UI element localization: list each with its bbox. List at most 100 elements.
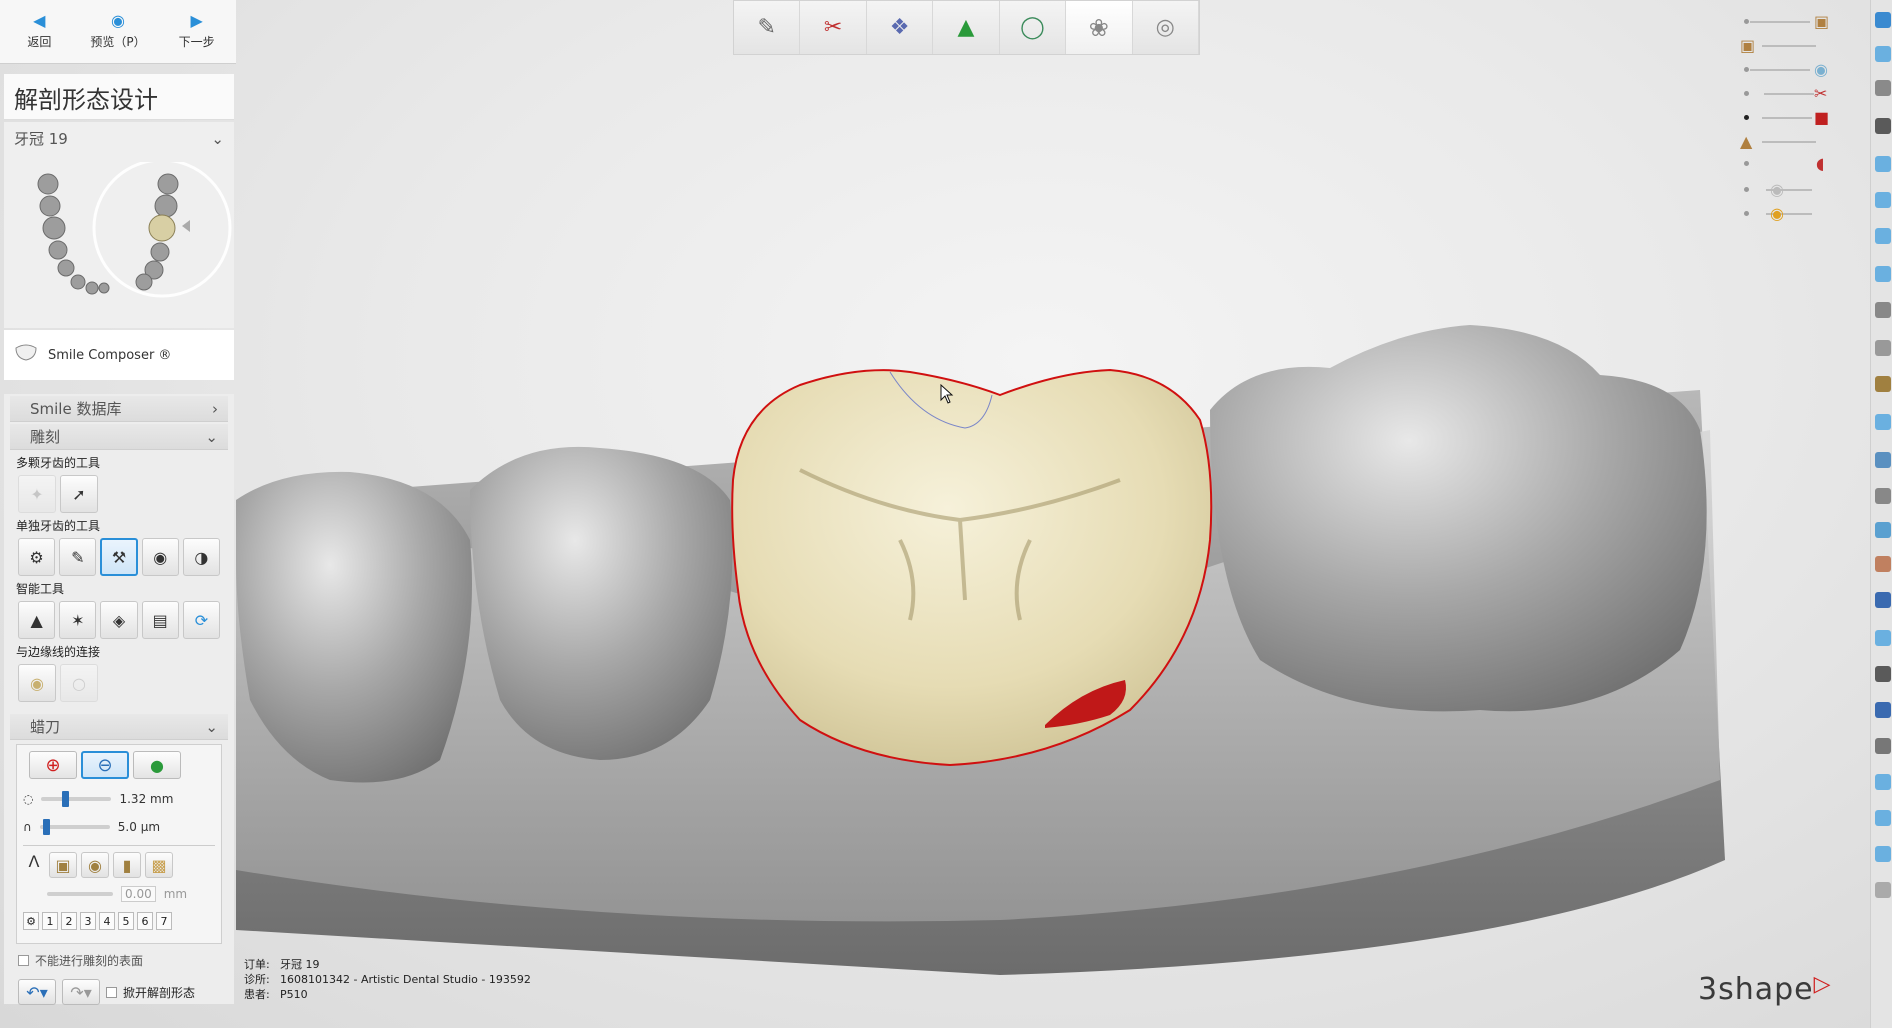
number-button[interactable]: 1 (42, 912, 58, 930)
step-insertion-button[interactable]: ❖ (867, 1, 934, 54)
sculpt-knife-button[interactable]: ✎ (59, 538, 97, 576)
offset-value[interactable]: 0.00 (121, 886, 156, 902)
smart-pillar-button[interactable]: ▤ (141, 601, 179, 639)
box-icon[interactable] (1875, 738, 1891, 754)
measure-icon[interactable] (1875, 302, 1891, 318)
next-button[interactable]: ▶ 下一步 (157, 0, 236, 63)
visibility-row[interactable]: ◉ (1740, 180, 1840, 200)
smile-db-header[interactable]: Smile 数据库 › (10, 396, 228, 422)
visibility-row[interactable]: ▣ (1740, 36, 1840, 56)
sculpt-header[interactable]: 雕刻 ⌄ (10, 424, 228, 450)
step-anatomy-button[interactable]: ❀ (1066, 1, 1133, 54)
visibility-row[interactable]: ◖ (1740, 154, 1840, 174)
ruler-icon[interactable] (1875, 810, 1891, 826)
visibility-row[interactable]: ◉ (1740, 204, 1840, 224)
order-info: 订单: 牙冠 19 诊所: 1608101342 - Artistic Dental… (244, 957, 531, 1002)
layer-icon[interactable] (1875, 156, 1891, 172)
rotate-icon[interactable] (1875, 414, 1891, 430)
radius-slider[interactable] (41, 791, 112, 807)
cusp-icon: ◈ (112, 610, 126, 630)
mouse-cursor-icon (940, 383, 954, 408)
left-panel: ◀ 返回 ◉ 预览（P） ▶ 下一步 解剖形态设计 牙冠 19 ⌄ Smile … (0, 0, 236, 1028)
back-button[interactable]: ◀ 返回 (0, 0, 79, 63)
contact-button[interactable]: ◑ (182, 538, 220, 576)
preview-button[interactable]: ◉ 预览（P） (79, 0, 158, 63)
number-button[interactable]: 6 (137, 912, 153, 930)
redo-button[interactable]: ↷▾ (62, 979, 100, 1005)
number-button[interactable]: 2 (61, 912, 77, 930)
preview-label: 预览（P） (90, 35, 146, 49)
tooth-grey-icon[interactable] (1875, 882, 1891, 898)
undo-button[interactable]: ↶▾ (18, 979, 56, 1005)
strength-slider[interactable] (39, 819, 110, 835)
grid-icon[interactable] (1875, 846, 1891, 862)
no-sculpt-checkbox[interactable] (18, 955, 29, 966)
shape-preset-1[interactable]: ▣ (49, 852, 77, 878)
plus-axis-icon[interactable] (1875, 774, 1891, 790)
shape-preset-3[interactable]: ▮ (113, 852, 141, 878)
number-button[interactable]: 5 (118, 912, 134, 930)
step-die-button[interactable]: ▲ (933, 1, 1000, 54)
scan-icon[interactable] (1875, 80, 1891, 96)
morph-button[interactable]: ◉ (141, 538, 179, 576)
number-button[interactable]: 3 (80, 912, 96, 930)
pen-icon[interactable] (1875, 340, 1891, 356)
no-sculpt-surface-row[interactable]: 不能进行雕刻的表面 (4, 948, 234, 973)
smart-tools: ▲ ✶ ◈ ▤ ⟳ (4, 599, 234, 641)
cap-icon[interactable] (1875, 118, 1891, 134)
fit-view-icon[interactable] (1875, 46, 1891, 62)
wax-knife-header[interactable]: 蜡刀 ⌄ (10, 714, 228, 740)
step-finish-button[interactable]: ◎ (1133, 1, 1199, 54)
strength-slider-thumb[interactable] (42, 819, 50, 835)
smart-magic-button[interactable]: ✶ (59, 601, 97, 639)
margin-connect-alt-button[interactable]: ○ (60, 664, 98, 702)
move-anatomy-checkbox[interactable] (106, 986, 117, 998)
camera-icon[interactable] (1875, 666, 1891, 682)
face-icon[interactable] (1875, 556, 1891, 572)
number-settings-button[interactable]: ⚙ (23, 912, 39, 930)
contact-map-icon[interactable] (1875, 376, 1891, 392)
minus-circle-icon: ⊖ (97, 754, 113, 776)
radius-slider-thumb[interactable] (62, 791, 70, 807)
smart-refresh-button[interactable]: ⟳ (182, 601, 221, 639)
3d-viewport[interactable] (0, 0, 1892, 1028)
smooth-button[interactable]: ● (133, 751, 181, 779)
visibility-row[interactable]: ▲ (1740, 132, 1840, 152)
shape-preset-2[interactable]: ◉ (81, 852, 109, 878)
clip-icon[interactable] (1875, 228, 1891, 244)
number-button[interactable]: 4 (99, 912, 115, 930)
margin-connect-button[interactable]: ◉ (18, 664, 56, 702)
offset-slider[interactable] (47, 892, 113, 896)
tooth-arch-diagram[interactable] (4, 158, 234, 328)
smile-composer-card[interactable]: Smile Composer ® (4, 330, 234, 380)
visibility-row[interactable]: ▣ (1740, 12, 1840, 32)
step-margin-button[interactable]: ✎ (734, 1, 801, 54)
cylinder-icon[interactable] (1875, 522, 1891, 538)
book-icon[interactable] (1875, 488, 1891, 504)
section-icon[interactable] (1875, 266, 1891, 282)
tooth-selector[interactable]: 牙冠 19 ⌄ (4, 122, 234, 155)
smart-adapt-button[interactable]: ▲ (18, 601, 56, 639)
offset-unit: mm (163, 887, 188, 901)
multi-transform-button[interactable]: ✦ (18, 475, 56, 513)
visibility-sliders: ▣ ▣ ◉ ✂ ■ ▲ ◖ ◉ ◉ (1740, 8, 1840, 238)
multi-arrow-button[interactable]: ➚ (60, 475, 98, 513)
person-icon[interactable] (1875, 452, 1891, 468)
number-button[interactable]: 7 (156, 912, 172, 930)
shape-preset-4[interactable]: ▩ (145, 852, 173, 878)
visibility-row[interactable]: ✂ (1740, 84, 1840, 104)
copy-icon[interactable] (1875, 192, 1891, 208)
visibility-row[interactable]: ■ (1740, 108, 1840, 128)
transform-tooth-button[interactable]: ⚙ (18, 538, 56, 576)
add-material-button[interactable]: ⊕ (29, 751, 77, 779)
remove-material-button[interactable]: ⊖ (81, 751, 129, 779)
step-coping-button[interactable]: ◯ (1000, 1, 1067, 54)
step-cut-button[interactable]: ✂ (800, 1, 867, 54)
smart-cusp-button[interactable]: ◈ (100, 601, 138, 639)
wax-knife-button[interactable]: ⚒ (100, 538, 138, 576)
gear-blue-icon[interactable] (1875, 702, 1891, 718)
visibility-row[interactable]: ◉ (1740, 60, 1840, 80)
check-icon[interactable] (1875, 630, 1891, 646)
view-icon[interactable] (1875, 12, 1891, 28)
warning-icon[interactable] (1875, 592, 1891, 608)
